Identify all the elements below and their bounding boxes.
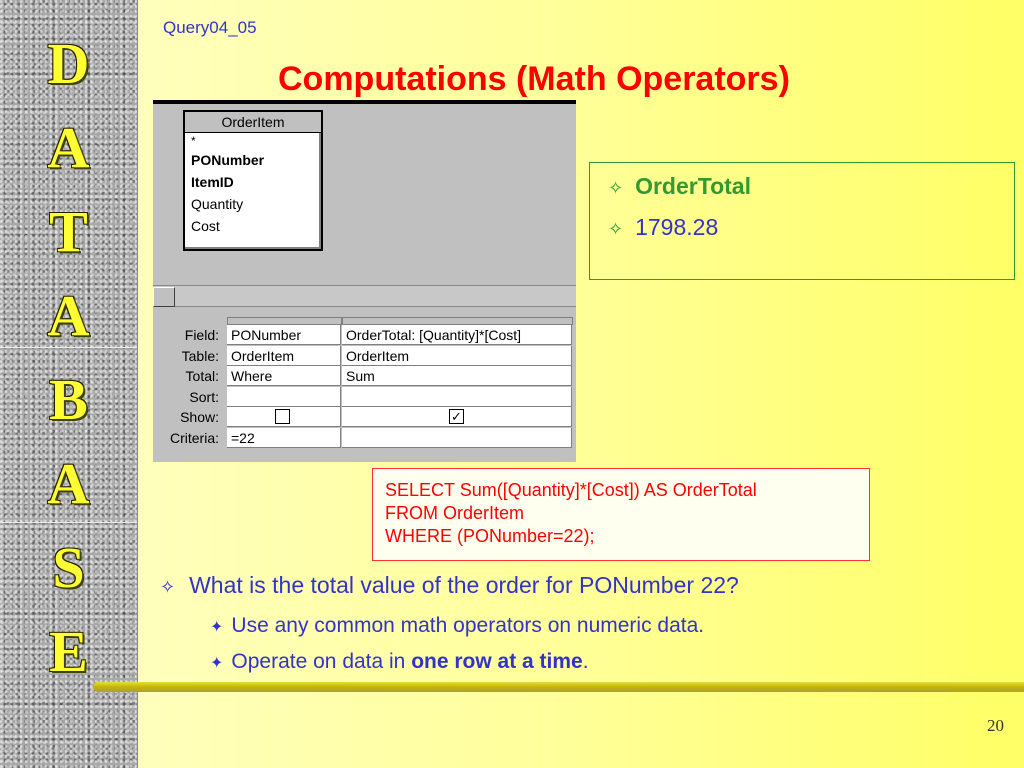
result-value: 1798.28: [635, 214, 719, 240]
sub-bullet: ✦ Operate on data in one row at a time.: [210, 650, 589, 674]
grid-row-criteria: Criteria: =22: [153, 427, 576, 449]
result-heading: OrderTotal: [635, 173, 751, 199]
slide-title: Computations (Math Operators): [278, 60, 790, 98]
sub-bullet-text: Operate on data in: [231, 650, 412, 673]
grid-cell: [342, 427, 572, 448]
window-top-border: [153, 100, 576, 104]
field-item: Cost: [191, 218, 220, 234]
side-letter: A: [47, 283, 90, 348]
star-bullet-icon: ✦: [210, 619, 224, 636]
horizontal-rule-bar: [93, 682, 1024, 692]
sparkle-bullet-icon: ✧: [608, 178, 624, 198]
sql-line: WHERE (PONumber=22);: [385, 526, 595, 546]
main-bullet: ✧ What is the total value of the order fo…: [160, 572, 739, 599]
field-item: PONumber: [191, 152, 265, 168]
query-result-box: ✧ OrderTotal ✧ 1798.28: [589, 162, 1015, 280]
grid-cell: OrderItem: [342, 345, 572, 366]
grid-cell: OrderItem: [227, 345, 341, 366]
side-letter: B: [49, 367, 88, 432]
grid-cell: =22: [227, 427, 341, 448]
show-checkbox-unchecked: [275, 409, 290, 424]
field-item: *: [191, 134, 196, 148]
star-bullet-icon: ✦: [210, 655, 224, 672]
grid-cell: ✓: [342, 407, 572, 427]
table-field-list: OrderItem * PONumber ItemID Quantity Cos…: [183, 110, 323, 251]
row-label: Total:: [185, 368, 219, 384]
grid-cell: [342, 386, 572, 407]
side-letter: S: [52, 535, 85, 600]
grid-cell: [227, 407, 341, 427]
page-number: 20: [987, 716, 1004, 735]
sub-bullet: ✦ Use any common math operators on numeri…: [210, 614, 704, 638]
field-item: ItemID: [191, 174, 234, 190]
row-label: Show:: [180, 409, 219, 425]
grid-cell: Where: [227, 366, 341, 386]
table-name: OrderItem: [185, 112, 321, 133]
database-vertical-word: D A T A B A S E: [0, 22, 137, 694]
grid-row-field: Field: PONumber OrderTotal: [Quantity]*[…: [153, 325, 576, 346]
result-heading-row: ✧ OrderTotal: [608, 173, 751, 200]
sql-statement-box: SELECT Sum([Quantity]*[Cost]) AS OrderTo…: [372, 468, 870, 561]
side-letter: A: [47, 451, 90, 516]
sub-bullet-text: Use any common math operators on numeric…: [231, 614, 705, 637]
sparkle-bullet-icon: ✧: [608, 219, 624, 239]
sub-bullet-emphasis: one row at a time: [411, 650, 583, 673]
result-value-row: ✧ 1798.28: [608, 214, 718, 241]
side-letter: A: [47, 115, 90, 180]
show-checkbox-checked: ✓: [449, 409, 464, 424]
design-grid: Field: PONumber OrderTotal: [Quantity]*[…: [153, 317, 576, 449]
scroll-thumb: [153, 287, 175, 307]
grid-cell: OrderTotal: [Quantity]*[Cost]: [342, 325, 572, 345]
grid-cell: PONumber: [227, 325, 341, 345]
granite-sidebar: D A T A B A S E: [0, 0, 138, 768]
query-reference: Query04_05: [163, 18, 257, 37]
column-header: [342, 317, 573, 325]
main-bullet-text: What is the total value of the order for…: [189, 572, 739, 598]
field-item: Quantity: [191, 196, 244, 212]
row-label: Criteria:: [169, 429, 219, 446]
horizontal-scrollbar: [153, 285, 576, 307]
grid-row-sort: Sort:: [153, 386, 576, 408]
grid-row-table: Table: OrderItem OrderItem: [153, 345, 576, 367]
sparkle-bullet-icon: ✧: [160, 577, 176, 597]
grid-row-show: Show: ✓: [153, 407, 576, 428]
side-letter: T: [49, 199, 88, 264]
grid-cell: [227, 386, 341, 407]
sql-line: SELECT Sum([Quantity]*[Cost]) AS OrderTo…: [385, 480, 757, 500]
sub-bullet-suffix: .: [582, 650, 589, 673]
row-label: Field:: [184, 327, 219, 343]
side-letter: D: [47, 31, 90, 96]
row-label: Sort:: [189, 388, 219, 405]
column-header: [227, 317, 342, 325]
sql-line: FROM OrderItem: [385, 503, 525, 523]
row-label: Table:: [181, 347, 219, 364]
grid-cell: Sum: [342, 366, 572, 386]
query-design-screenshot: OrderItem * PONumber ItemID Quantity Cos…: [153, 100, 576, 462]
grid-row-total: Total: Where Sum: [153, 366, 576, 387]
